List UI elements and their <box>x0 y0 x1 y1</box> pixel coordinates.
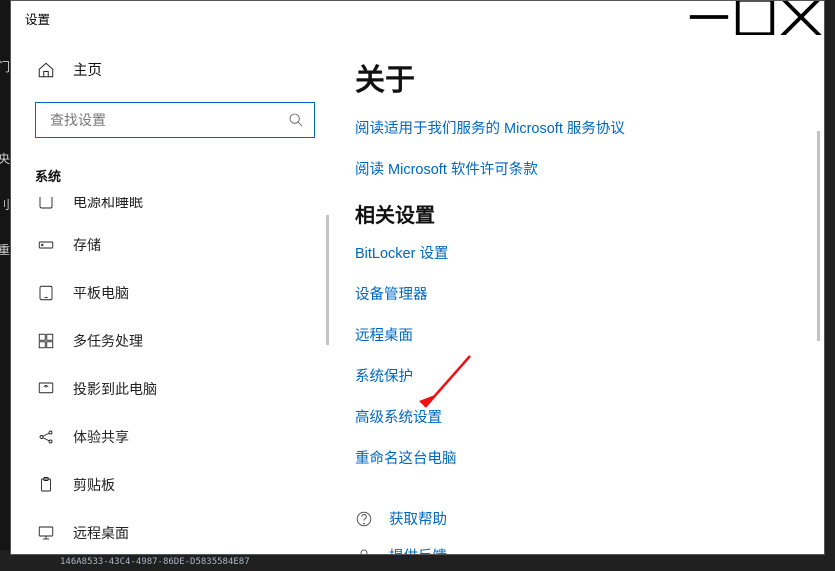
sidebar-nav: 电源和睡眠 存储 平板电脑 多任务处理 投影到此电脑 <box>11 197 331 555</box>
main-scrollbar[interactable] <box>817 131 820 341</box>
sidebar-home[interactable]: 主页 <box>11 47 331 92</box>
nav-label: 远程桌面 <box>73 523 129 543</box>
sidebar-item-storage[interactable]: 存储 <box>11 221 331 269</box>
sidebar-category: 系统 <box>11 138 331 189</box>
nav-label: 体验共享 <box>73 427 129 447</box>
sidebar-item-remote[interactable]: 远程桌面 <box>11 509 331 555</box>
search-box[interactable] <box>35 102 315 138</box>
power-icon <box>37 197 55 211</box>
tablet-icon <box>37 284 55 302</box>
feedback-icon <box>355 547 373 555</box>
nav-label: 剪贴板 <box>73 475 115 495</box>
window-title: 设置 <box>25 9 50 28</box>
background-text: 146A8533-43C4-4987-86DE-D5835584E87 <box>60 557 250 567</box>
nav-label: 存储 <box>73 235 101 255</box>
sidebar-item-tablet[interactable]: 平板电脑 <box>11 269 331 317</box>
page-title: 关于 <box>355 55 800 99</box>
get-help-label: 获取帮助 <box>389 508 447 529</box>
link-system-protection[interactable]: 系统保护 <box>355 365 800 386</box>
help-icon <box>355 510 373 528</box>
give-feedback-label: 提供反馈 <box>389 545 447 554</box>
storage-icon <box>37 236 55 254</box>
link-services-agreement[interactable]: 阅读适用于我们服务的 Microsoft 服务协议 <box>355 117 800 138</box>
titlebar: 设置 <box>11 1 824 35</box>
minimize-button[interactable] <box>686 1 732 33</box>
link-remote-desktop[interactable]: 远程桌面 <box>355 324 800 345</box>
link-rename-pc[interactable]: 重命名这台电脑 <box>355 447 800 468</box>
link-bitlocker[interactable]: BitLocker 设置 <box>355 242 800 263</box>
sidebar-home-label: 主页 <box>73 59 102 80</box>
maximize-button[interactable] <box>732 1 778 33</box>
remote-icon <box>37 524 55 542</box>
sidebar-item-power[interactable]: 电源和睡眠 <box>11 197 331 221</box>
search-icon <box>288 112 304 128</box>
clipboard-icon <box>37 476 55 494</box>
close-button[interactable] <box>778 1 824 33</box>
main-content: 关于 阅读适用于我们服务的 Microsoft 服务协议 阅读 Microsof… <box>331 35 824 554</box>
sidebar-item-project[interactable]: 投影到此电脑 <box>11 365 331 413</box>
link-advanced-system[interactable]: 高级系统设置 <box>355 406 800 427</box>
get-help-link[interactable]: 获取帮助 <box>355 508 800 529</box>
search-input[interactable] <box>50 112 288 128</box>
multitask-icon <box>37 332 55 350</box>
sidebar: 主页 系统 电源和睡眠 存储 平板电脑 <box>11 35 331 554</box>
project-icon <box>37 380 55 398</box>
sidebar-scrollbar[interactable] <box>326 215 329 345</box>
sidebar-item-clipboard[interactable]: 剪贴板 <box>11 461 331 509</box>
give-feedback-link[interactable]: 提供反馈 <box>355 545 800 554</box>
sidebar-item-multitask[interactable]: 多任务处理 <box>11 317 331 365</box>
nav-label: 多任务处理 <box>73 331 143 351</box>
related-settings-heading: 相关设置 <box>355 199 800 228</box>
nav-label: 电源和睡眠 <box>73 197 143 212</box>
nav-label: 投影到此电脑 <box>73 379 157 399</box>
home-icon <box>37 61 55 79</box>
nav-label: 平板电脑 <box>73 283 129 303</box>
link-license-terms[interactable]: 阅读 Microsoft 软件许可条款 <box>355 158 800 179</box>
link-device-manager[interactable]: 设备管理器 <box>355 283 800 304</box>
settings-window: 设置 主页 系统 电源和睡眠 <box>10 0 825 555</box>
sidebar-item-shared[interactable]: 体验共享 <box>11 413 331 461</box>
shared-icon <box>37 428 55 446</box>
